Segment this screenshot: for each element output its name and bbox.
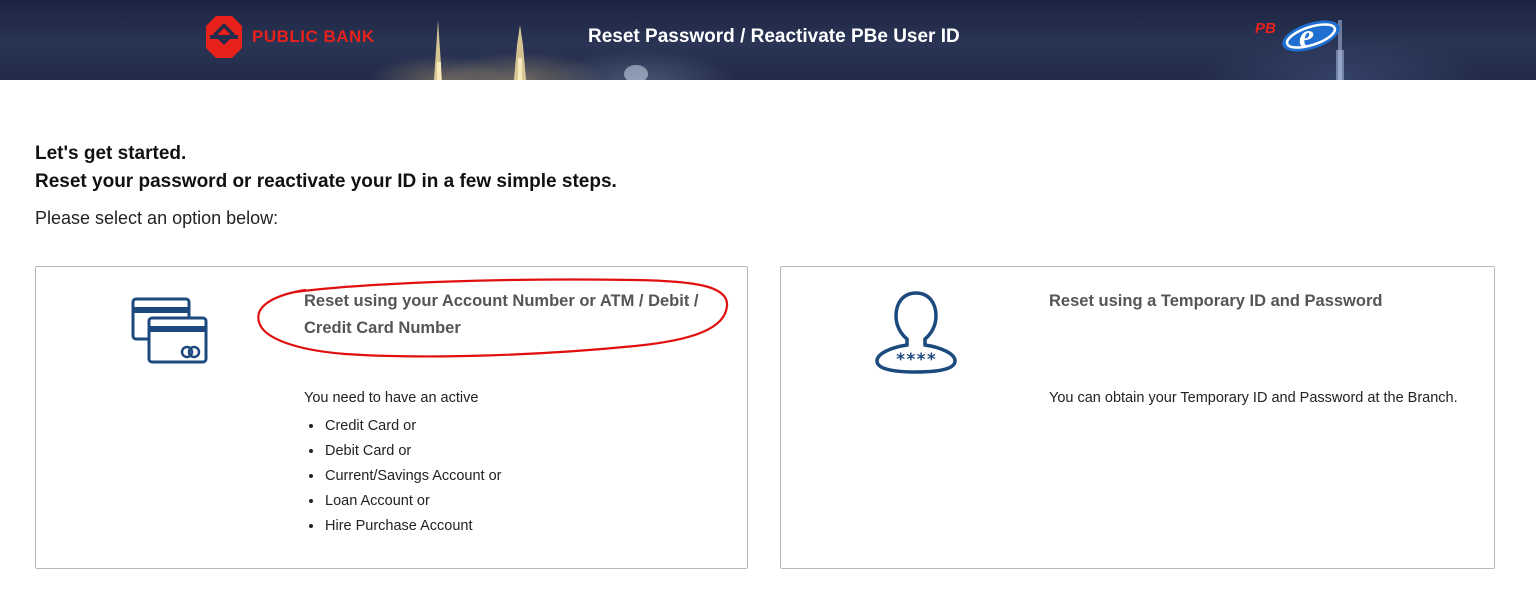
public-bank-emblem-icon (206, 16, 242, 58)
option-title-line-2: Credit Card Number (304, 319, 461, 337)
intro-line-1: Let's get started. (35, 143, 187, 164)
list-item: Loan Account or (324, 489, 502, 514)
option-title-temporary-id[interactable]: Reset using a Temporary ID and Password (1049, 288, 1479, 315)
header-banner: PUBLIC BANK Reset Password / Reactivate … (0, 0, 1536, 80)
intro-line-2: Reset your password or reactivate your I… (35, 171, 617, 192)
option-title-account-number[interactable]: Reset using your Account Number or ATM /… (304, 288, 734, 342)
pbe-logo-pb: PB (1255, 20, 1276, 37)
list-item: Credit Card or (324, 414, 502, 439)
select-option-prompt: Please select an option below: (35, 208, 279, 228)
pbe-logo-e: e (1299, 18, 1314, 55)
pbe-logo: PB e (1255, 16, 1343, 61)
option-description: You can obtain your Temporary ID and Pas… (1049, 390, 1458, 406)
option-description: You need to have an active (304, 390, 479, 406)
option-card-account-number[interactable]: Reset using your Account Number or ATM /… (35, 266, 748, 569)
list-item: Hire Purchase Account (324, 514, 502, 539)
credit-card-icon (131, 296, 209, 371)
list-item: Current/Savings Account or (324, 464, 502, 489)
requirement-list: Credit Card or Debit Card or Current/Sav… (304, 414, 502, 539)
intro-heading: Let's get started. Reset your password o… (35, 140, 617, 196)
option-title-line-1: Reset using your Account Number or ATM /… (304, 292, 699, 310)
brand-name: PUBLIC BANK (252, 27, 375, 46)
option-card-temporary-id[interactable]: **** Reset using a Temporary ID and Pass… (780, 266, 1495, 569)
password-mask-text: **** (896, 350, 937, 370)
list-item: Debit Card or (324, 439, 502, 464)
public-bank-logo[interactable]: PUBLIC BANK (204, 14, 375, 60)
user-password-icon: **** (873, 289, 959, 380)
page-title: Reset Password / Reactivate PBe User ID (588, 26, 960, 47)
